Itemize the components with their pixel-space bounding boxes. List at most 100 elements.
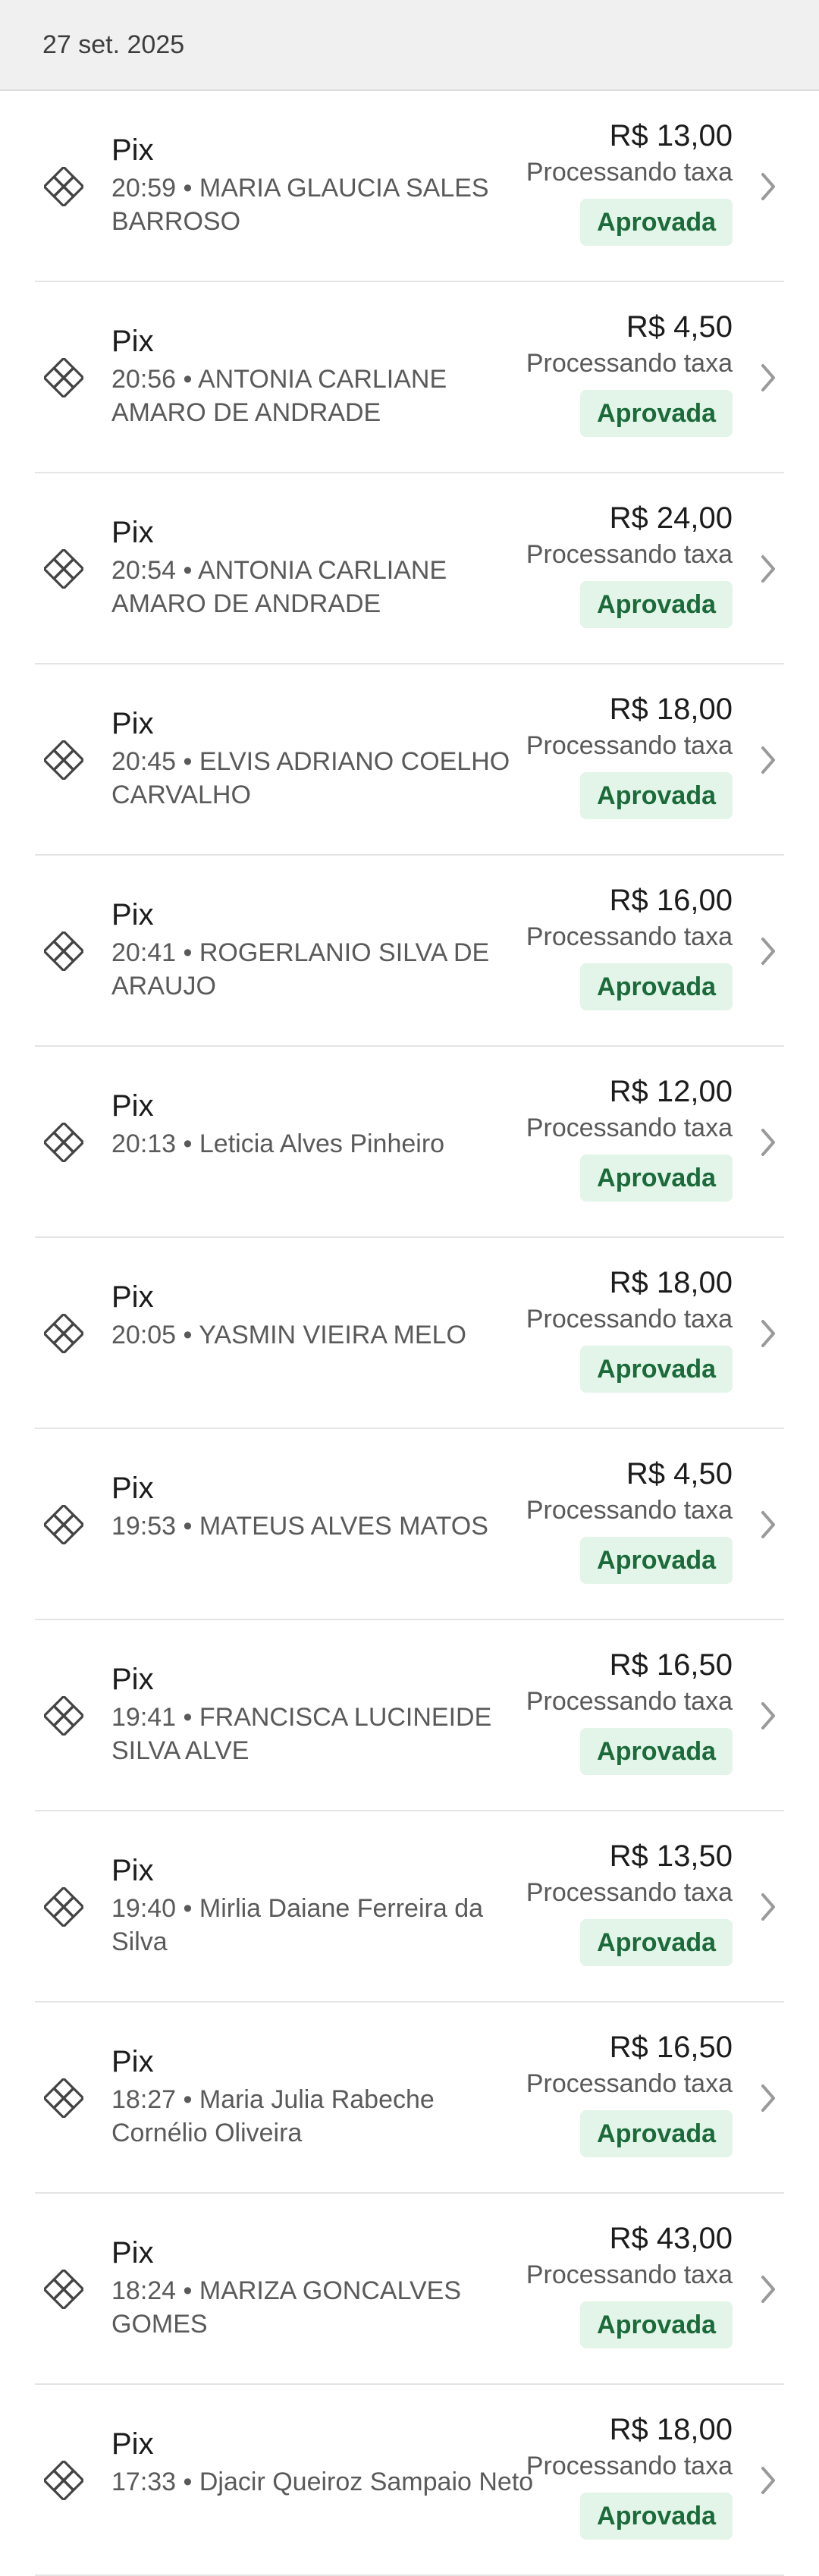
transaction-info: Pix 18:24 • MARIZA GONCALVES GOMES — [111, 2235, 536, 2341]
transaction-amount: R$ 16,50 — [609, 2031, 733, 2064]
transaction-row[interactable]: Pix 20:45 • ELVIS ADRIANO COELHO CARVALH… — [35, 664, 784, 856]
pix-icon — [44, 2270, 83, 2309]
transaction-amount: R$ 18,00 — [609, 693, 733, 726]
transaction-detail: 20:56 • ANTONIA CARLIANE AMARO DE ANDRAD… — [111, 365, 447, 427]
transaction-row[interactable]: Pix 20:59 • MARIA GLAUCIA SALES BARROSO … — [35, 91, 784, 282]
transaction-row[interactable]: Pix 19:40 • Mirlia Daiane Ferreira da Si… — [35, 1811, 784, 2003]
transaction-detail: 20:54 • ANTONIA CARLIANE AMARO DE ANDRAD… — [111, 556, 447, 618]
chevron-right-icon — [757, 552, 780, 586]
chevron-right-icon — [757, 1508, 780, 1541]
payment-method: Pix — [111, 1472, 154, 1505]
chevron-right-icon — [757, 2273, 780, 2306]
transaction-amount: R$ 18,00 — [609, 2413, 733, 2446]
payment-method: Pix — [111, 1280, 154, 1314]
pix-icon — [44, 167, 83, 206]
status-badge: Aprovada — [580, 1919, 733, 1966]
transaction-summary: R$ 16,00 Processando taxa Aprovada — [526, 881, 733, 1010]
pix-icon — [44, 1505, 83, 1544]
transaction-summary: R$ 12,00 Processando taxa Aprovada — [526, 1073, 733, 1202]
status-badge: Aprovada — [580, 199, 733, 246]
transaction-detail: 19:53 • MATEUS ALVES MATOS — [111, 1512, 488, 1541]
transaction-amount: R$ 4,50 — [626, 310, 733, 344]
chevron-right-icon — [757, 2081, 780, 2115]
transaction-detail: 20:45 • ELVIS ADRIANO COELHO CARVALHO — [111, 747, 510, 809]
transaction-summary: R$ 13,00 Processando taxa Aprovada — [526, 117, 733, 246]
chevron-right-icon — [757, 743, 780, 777]
transaction-amount: R$ 24,00 — [609, 501, 733, 535]
transaction-row[interactable]: Pix 18:27 • Maria Julia Rabeche Cornélio… — [35, 2003, 784, 2194]
transaction-summary: R$ 16,50 Processando taxa Aprovada — [526, 1646, 733, 1775]
transaction-info: Pix 20:41 • ROGERLANIO SILVA DE ARAUJO — [111, 897, 536, 1003]
status-badge: Aprovada — [580, 1728, 733, 1775]
transaction-info: Pix 20:45 • ELVIS ADRIANO COELHO CARVALH… — [111, 705, 536, 812]
transaction-info: Pix 18:27 • Maria Julia Rabeche Cornélio… — [111, 2044, 536, 2150]
payment-method: Pix — [111, 2045, 154, 2078]
transaction-row[interactable]: Pix 20:54 • ANTONIA CARLIANE AMARO DE AN… — [35, 473, 784, 664]
payment-method: Pix — [111, 516, 154, 549]
transaction-row[interactable]: Pix 20:13 • Leticia Alves Pinheiro R$ 12… — [35, 1047, 784, 1238]
fee-status: Processando taxa — [526, 1687, 733, 1716]
transaction-detail: 18:27 • Maria Julia Rabeche Cornélio Oli… — [111, 2085, 435, 2147]
chevron-right-icon — [757, 935, 780, 968]
payment-method: Pix — [111, 325, 154, 358]
transaction-amount: R$ 13,00 — [609, 119, 733, 152]
fee-status: Processando taxa — [526, 2069, 733, 2098]
fee-status: Processando taxa — [526, 1496, 733, 1525]
status-badge: Aprovada — [580, 1346, 733, 1393]
fee-status: Processando taxa — [526, 1878, 733, 1907]
date-header-label: 27 set. 2025 — [42, 30, 185, 59]
transaction-info: Pix 20:05 • YASMIN VIEIRA MELO — [111, 1279, 536, 1352]
pix-icon — [44, 2461, 83, 2500]
status-badge: Aprovada — [580, 2301, 733, 2348]
transaction-detail: 20:41 • ROGERLANIO SILVA DE ARAUJO — [111, 938, 490, 1001]
fee-status: Processando taxa — [526, 349, 733, 378]
transaction-summary: R$ 24,00 Processando taxa Aprovada — [526, 499, 733, 628]
status-badge: Aprovada — [580, 581, 733, 628]
transaction-row[interactable]: Pix 19:41 • FRANCISCA LUCINEIDE SILVA AL… — [35, 1620, 784, 1811]
transaction-amount: R$ 18,00 — [609, 1266, 733, 1299]
payment-method: Pix — [111, 707, 154, 740]
fee-status: Processando taxa — [526, 731, 733, 760]
transaction-info: Pix 19:40 • Mirlia Daiane Ferreira da Si… — [111, 1852, 536, 1959]
transaction-info: Pix 20:54 • ANTONIA CARLIANE AMARO DE AN… — [111, 514, 536, 620]
transaction-summary: R$ 16,50 Processando taxa Aprovada — [526, 2028, 733, 2157]
transaction-row[interactable]: Pix 20:41 • ROGERLANIO SILVA DE ARAUJO R… — [35, 856, 784, 1047]
transaction-row[interactable]: Pix 18:24 • MARIZA GONCALVES GOMES R$ 43… — [35, 2194, 784, 2385]
pix-icon — [44, 1696, 83, 1736]
date-header: 27 set. 2025 — [0, 0, 819, 91]
fee-status: Processando taxa — [526, 2260, 733, 2289]
transaction-summary: R$ 43,00 Processando taxa Aprovada — [526, 2219, 733, 2348]
fee-status: Processando taxa — [526, 922, 733, 951]
transaction-summary: R$ 18,00 Processando taxa Aprovada — [526, 2411, 733, 2540]
transaction-detail: 20:59 • MARIA GLAUCIA SALES BARROSO — [111, 174, 489, 236]
payment-method: Pix — [111, 1854, 154, 1887]
transaction-detail: 18:24 • MARIZA GONCALVES GOMES — [111, 2276, 461, 2339]
status-badge: Aprovada — [580, 390, 733, 437]
fee-status: Processando taxa — [526, 158, 733, 187]
chevron-right-icon — [757, 1890, 780, 1924]
status-badge: Aprovada — [580, 2110, 733, 2157]
status-badge: Aprovada — [580, 963, 733, 1010]
transaction-row[interactable]: Pix 19:53 • MATEUS ALVES MATOS R$ 4,50 P… — [35, 1429, 784, 1620]
transaction-detail: 19:40 • Mirlia Daiane Ferreira da Silva — [111, 1894, 484, 1956]
transaction-summary: R$ 4,50 Processando taxa Aprovada — [526, 1455, 733, 1584]
transaction-summary: R$ 4,50 Processando taxa Aprovada — [526, 308, 733, 437]
chevron-right-icon — [757, 1126, 780, 1159]
transaction-detail: 19:41 • FRANCISCA LUCINEIDE SILVA ALVE — [111, 1703, 492, 1765]
payment-method: Pix — [111, 134, 154, 167]
transaction-row[interactable]: Pix 20:05 • YASMIN VIEIRA MELO R$ 18,00 … — [35, 1238, 784, 1429]
chevron-right-icon — [757, 170, 780, 203]
transaction-list: Pix 20:59 • MARIA GLAUCIA SALES BARROSO … — [0, 91, 819, 2576]
pix-icon — [44, 549, 83, 589]
status-badge: Aprovada — [580, 1154, 733, 1202]
transaction-detail: 17:33 • Djacir Queiroz Sampaio Neto — [111, 2468, 534, 2496]
payment-method: Pix — [111, 2236, 154, 2270]
fee-status: Processando taxa — [526, 2452, 733, 2480]
transaction-row[interactable]: Pix 20:56 • ANTONIA CARLIANE AMARO DE AN… — [35, 282, 784, 473]
fee-status: Processando taxa — [526, 540, 733, 569]
transaction-info: Pix 20:59 • MARIA GLAUCIA SALES BARROSO — [111, 132, 536, 238]
transaction-row[interactable]: Pix 17:33 • Djacir Queiroz Sampaio Neto … — [35, 2385, 784, 2576]
pix-icon — [44, 1887, 83, 1927]
chevron-right-icon — [757, 2464, 780, 2497]
chevron-right-icon — [757, 1317, 780, 1350]
